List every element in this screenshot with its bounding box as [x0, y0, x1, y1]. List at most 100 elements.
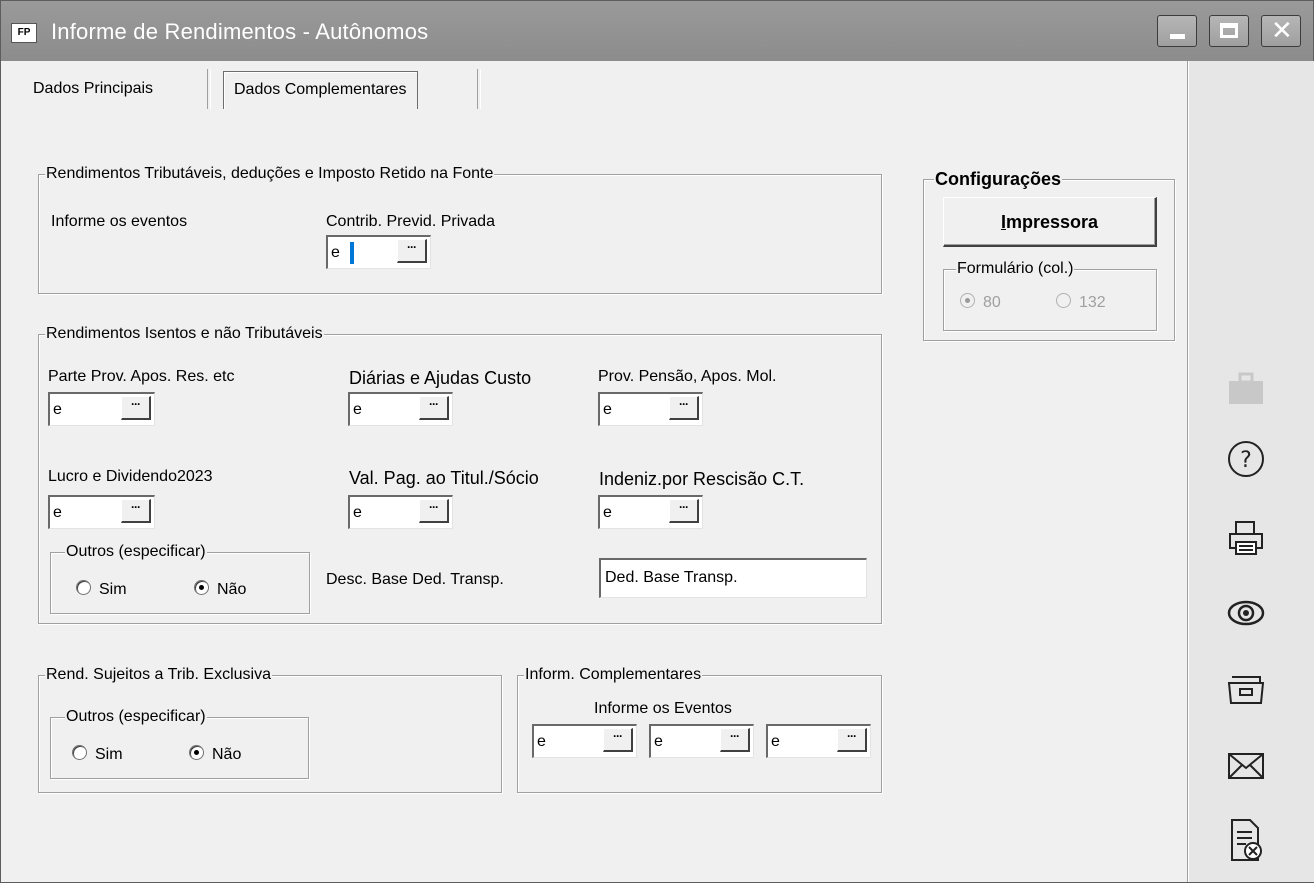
group-legend: Formulário (col.)	[956, 259, 1075, 279]
diarias-value: e	[353, 401, 362, 418]
lookup-button[interactable]: ···	[720, 728, 750, 752]
prov-pensao-label: Prov. Pensão, Apos. Mol.	[598, 368, 777, 385]
radio-sim[interactable]: Sim	[76, 580, 127, 599]
contrib-previd-field[interactable]: e ···	[326, 235, 431, 269]
radio-circle	[189, 745, 204, 760]
radio-label: Não	[217, 581, 247, 598]
minimize-button[interactable]	[1157, 15, 1197, 47]
close-button[interactable]: ✕	[1261, 15, 1301, 47]
app-icon: FP	[11, 23, 37, 43]
svg-text:?: ?	[1240, 448, 1252, 473]
lookup-button[interactable]: ···	[603, 728, 633, 752]
radio-nao[interactable]: Não	[194, 580, 246, 599]
informe-eventos-label: Informe os eventos	[51, 213, 188, 230]
radio-circle	[194, 580, 209, 595]
group-legend: Outros (especificar)	[65, 707, 207, 727]
tab-dados-complementares[interactable]: Dados Complementares	[223, 71, 418, 109]
parte-prov-value: e	[53, 401, 62, 418]
ded-base-transp-field[interactable]: Ded. Base Transp.	[599, 558, 867, 598]
radio-circle	[72, 745, 87, 760]
printer-button-label: mpressora	[1005, 212, 1099, 232]
radio-132-cols[interactable]: 132	[1056, 293, 1106, 312]
lucro-dividendo-label: Lucro e Dividendo2023	[48, 468, 213, 485]
group-inform-complementares: Inform. Complementares Informe os Evento…	[517, 665, 882, 793]
val-pag-value: e	[353, 504, 362, 521]
lucro-dividendo-value: e	[53, 504, 62, 521]
inform-compl-value: e	[654, 733, 663, 750]
inform-compl-field-1[interactable]: e ···	[532, 724, 637, 758]
indeniz-value: e	[603, 504, 612, 521]
contrib-previd-value: e	[331, 244, 340, 261]
group-legend: Rendimentos Isentos e não Tributáveis	[45, 324, 324, 344]
val-pag-label: Val. Pag. ao Titul./Sócio	[349, 468, 539, 488]
preview-eye-icon[interactable]	[1224, 591, 1268, 635]
help-icon[interactable]: ?	[1224, 437, 1268, 481]
radio-label: Não	[212, 746, 242, 763]
lookup-button[interactable]: ···	[837, 728, 867, 752]
inform-compl-field-3[interactable]: e ···	[766, 724, 871, 758]
radio-circle	[960, 293, 975, 308]
contrib-previd-label: Contrib. Previd. Privada	[326, 213, 495, 230]
inform-compl-value: e	[771, 733, 780, 750]
printer-icon[interactable]	[1224, 516, 1268, 560]
maximize-button[interactable]	[1209, 15, 1249, 47]
tab-divider	[207, 69, 211, 109]
close-icon: ✕	[1271, 16, 1293, 46]
diarias-field[interactable]: e ···	[348, 392, 453, 426]
maximize-icon	[1220, 23, 1238, 38]
informe-eventos-sublabel: Informe os Eventos	[594, 700, 732, 717]
title-bar[interactable]: FP Informe de Rendimentos - Autônomos ✕	[1, 1, 1313, 61]
parte-prov-label: Parte Prov. Apos. Res. etc	[48, 368, 235, 385]
group-legend: Rendimentos Tributáveis, deduções e Impo…	[45, 164, 495, 184]
radio-label: 80	[983, 294, 1001, 311]
diarias-label: Diárias e Ajudas Custo	[349, 368, 532, 388]
parte-prov-field[interactable]: e ···	[48, 392, 155, 426]
lookup-button[interactable]: ···	[419, 396, 449, 420]
lookup-button[interactable]: ···	[419, 499, 449, 523]
lookup-button[interactable]: ···	[397, 239, 427, 263]
lookup-button[interactable]: ···	[669, 396, 699, 420]
group-outros-especificar: Outros (especificar) Sim Não	[50, 542, 310, 614]
inform-compl-value: e	[537, 733, 546, 750]
document-close-icon[interactable]	[1224, 818, 1268, 862]
file-drawer-icon[interactable]	[1224, 667, 1268, 711]
ded-base-transp-value: Ded. Base Transp.	[605, 569, 738, 586]
radio-label: 132	[1079, 294, 1106, 311]
radio-80-cols[interactable]: 80	[960, 293, 1001, 312]
main-window: FP Informe de Rendimentos - Autônomos ✕ …	[0, 0, 1314, 883]
radio-circle	[1056, 293, 1071, 308]
group-legend: Outros (especificar)	[65, 542, 207, 562]
lookup-button[interactable]: ···	[121, 499, 151, 523]
val-pag-field[interactable]: e ···	[348, 495, 453, 529]
group-rendimentos-isentos: Rendimentos Isentos e não Tributáveis Pa…	[38, 324, 882, 624]
radio-circle	[76, 580, 91, 595]
inform-compl-field-2[interactable]: e ···	[649, 724, 754, 758]
prov-pensao-field[interactable]: e ···	[598, 392, 703, 426]
group-rendimentos-tributaveis: Rendimentos Tributáveis, deduções e Impo…	[38, 164, 882, 294]
indeniz-field[interactable]: e ···	[598, 495, 703, 529]
group-formulario: Formulário (col.) 80 132	[943, 259, 1157, 331]
printer-button[interactable]: Impressora	[943, 197, 1157, 247]
briefcase-icon	[1224, 367, 1268, 411]
group-legend: Inform. Complementares	[524, 665, 703, 685]
tab-divider	[477, 69, 481, 109]
radio-label: Sim	[99, 581, 127, 598]
email-icon[interactable]	[1224, 744, 1268, 788]
tab-dados-principais[interactable]: Dados Principais	[23, 71, 163, 109]
window-title: Informe de Rendimentos - Autônomos	[51, 19, 429, 44]
prov-pensao-value: e	[603, 401, 612, 418]
group-trib-exclusiva: Rend. Sujeitos a Trib. Exclusiva Outros …	[38, 665, 502, 793]
group-legend: Rend. Sujeitos a Trib. Exclusiva	[45, 665, 272, 685]
text-cursor	[350, 242, 354, 264]
radio-label: Sim	[95, 746, 123, 763]
lookup-button[interactable]: ···	[669, 499, 699, 523]
right-toolbar: ?	[1187, 61, 1314, 882]
lucro-dividendo-field[interactable]: e ···	[48, 495, 155, 529]
group-outros-especificar: Outros (especificar) Sim Não	[50, 707, 309, 779]
radio-nao[interactable]: Não	[189, 745, 241, 764]
radio-sim[interactable]: Sim	[72, 745, 123, 764]
indeniz-label: Indeniz.por Rescisão C.T.	[599, 469, 805, 489]
desc-base-label: Desc. Base Ded. Transp.	[326, 571, 504, 588]
minimize-icon	[1170, 34, 1185, 39]
lookup-button[interactable]: ···	[121, 396, 151, 420]
